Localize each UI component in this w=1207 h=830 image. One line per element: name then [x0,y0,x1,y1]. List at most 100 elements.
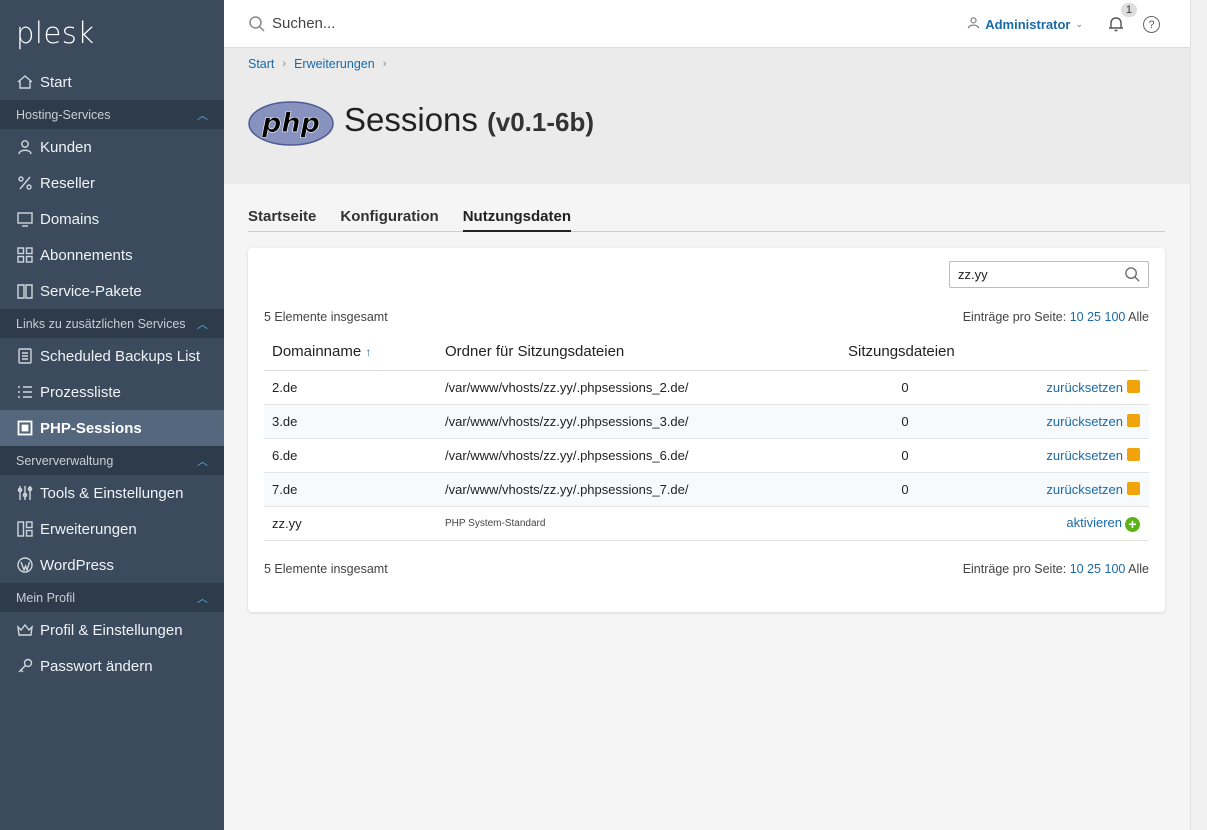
breadcrumb-erweiterungen[interactable]: Erweiterungen [294,57,375,71]
section-serververwaltung[interactable]: Serververwaltung ︿ [0,446,224,475]
search-icon[interactable] [1124,266,1141,283]
chevron-up-icon: ︿ [197,455,208,468]
tab-konfiguration[interactable]: Konfiguration [340,208,438,232]
reset-link[interactable]: zurücksetzen [1046,482,1123,497]
per-page-10[interactable]: 10 [1070,562,1084,576]
per-page-all[interactable]: Alle [1128,562,1149,576]
main-content: Startseite Konfiguration Nutzungsdaten 5… [224,184,1190,830]
reset-icon[interactable] [1127,447,1140,461]
sidebar-item-label: PHP-Sessions [40,419,142,437]
sidebar-item-tools[interactable]: Tools & Einstellungen [0,475,224,511]
square-icon [16,419,34,437]
per-page-all[interactable]: Alle [1128,310,1149,324]
reset-link[interactable]: zurücksetzen [1046,414,1123,429]
per-page-top: Einträge pro Seite: 10 25 100 Alle [963,310,1149,324]
per-page-label: Einträge pro Seite: [962,310,1067,324]
search-icon [248,15,266,33]
notifications-icon[interactable] [1106,14,1126,34]
cell-count: 0 [840,472,970,507]
home-icon [16,73,34,91]
sidebar-item-reseller[interactable]: Reseller [0,165,224,201]
cell-folder: /var/www/vhosts/zz.yy/.phpsessions_7.de/ [437,472,840,507]
section-mein-profil[interactable]: Mein Profil ︿ [0,583,224,612]
per-page-25[interactable]: 25 [1087,562,1101,576]
breadcrumb-start[interactable]: Start [248,57,274,71]
total-count-bottom: 5 Elemente insgesamt [264,562,388,576]
reset-link[interactable]: zurücksetzen [1046,448,1123,463]
breadcrumb: Start › Erweiterungen › [248,57,394,71]
section-links-services[interactable]: Links zu zusätzlichen Services ︿ [0,309,224,338]
column-label: Domainname [272,343,362,361]
sidebar-item-label: WordPress [40,556,114,574]
user-name: Administrator [985,16,1071,32]
cell-action: zurücksetzen [970,472,1149,507]
cell-count: 0 [840,438,970,473]
per-page-100[interactable]: 100 [1105,310,1126,324]
sidebar-item-erweiterungen[interactable]: Erweiterungen [0,511,224,547]
page-title-text: Sessions [344,101,478,138]
sidebar-item-profil[interactable]: Profil & Einstellungen [0,612,224,648]
sidebar: plesk Start Hosting-Services ︿ Kunden Re… [0,0,224,830]
reset-link[interactable]: zurücksetzen [1046,380,1123,395]
sidebar-item-wordpress[interactable]: WordPress [0,547,224,583]
page-version: (v0.1-6b) [487,107,594,137]
sidebar-item-label: Service-Pakete [40,282,142,300]
monitor-icon [16,210,34,228]
per-page-25[interactable]: 25 [1087,310,1101,324]
cell-folder: /var/www/vhosts/zz.yy/.phpsessions_2.de/ [437,370,840,405]
page-title: Sessions (v0.1-6b) [344,101,594,139]
global-search-input[interactable] [272,15,672,32]
per-page-bottom: Einträge pro Seite: 10 25 100 Alle [963,562,1149,576]
cell-count: 0 [840,370,970,405]
cell-action: zurücksetzen [970,438,1149,473]
cell-count: 0 [840,404,970,439]
section-label: Serververwaltung [16,453,114,468]
reset-icon[interactable] [1127,413,1140,427]
sidebar-item-domains[interactable]: Domains [0,201,224,237]
chevron-right-icon: › [282,58,287,70]
total-count-top: 5 Elemente insgesamt [264,310,388,324]
chevron-up-icon: ︿ [197,109,208,122]
column-domainname[interactable]: Domainname ↑ [264,334,437,371]
plus-circle-icon[interactable]: + [1125,516,1140,532]
per-page-100[interactable]: 100 [1105,562,1126,576]
crown-icon [16,621,34,639]
sidebar-item-label: Passwort ändern [40,657,153,675]
user-menu[interactable]: Administrator ⌄ [967,16,1083,32]
list-search-input[interactable] [950,267,1120,282]
chevron-up-icon: ︿ [197,592,208,605]
tab-nutzungsdaten[interactable]: Nutzungsdaten [462,208,572,232]
per-page-10[interactable]: 10 [1070,310,1084,324]
chevron-right-icon: › [382,58,387,70]
section-label: Hosting-Services [16,107,111,122]
percent-icon [16,174,34,192]
activate-link[interactable]: aktivieren [1066,515,1122,530]
reset-icon[interactable] [1127,481,1140,495]
table-row: 7.de /var/www/vhosts/zz.yy/.phpsessions_… [264,472,1149,507]
table-row: 2.de /var/www/vhosts/zz.yy/.phpsessions_… [264,370,1149,405]
sidebar-item-php-sessions[interactable]: PHP-Sessions [0,410,224,446]
sidebar-item-scheduled-backups[interactable]: Scheduled Backups List [0,338,224,374]
sidebar-item-label: Tools & Einstellungen [40,484,184,502]
key-icon [16,657,34,675]
table-row: zz.yy PHP System-Standard aktivieren + [264,506,1149,541]
user-icon [967,16,980,32]
backup-icon [16,347,34,365]
section-hosting-services[interactable]: Hosting-Services ︿ [0,100,224,129]
tab-bar: Startseite Konfiguration Nutzungsdaten [248,208,1165,232]
topbar: Administrator ⌄ 1 ? [224,0,1190,48]
sidebar-item-start[interactable]: Start [0,64,224,100]
sidebar-item-kunden[interactable]: Kunden [0,129,224,165]
sidebar-item-prozessliste[interactable]: Prozessliste [0,374,224,410]
sidebar-item-passwort[interactable]: Passwort ändern [0,648,224,684]
table-row: 6.de /var/www/vhosts/zz.yy/.phpsessions_… [264,438,1149,473]
sliders-icon [16,484,34,502]
reset-icon[interactable] [1127,379,1140,393]
sidebar-item-service-pakete[interactable]: Service-Pakete [0,273,224,309]
sidebar-item-abonnements[interactable]: Abonnements [0,237,224,273]
tab-startseite[interactable]: Startseite [248,208,316,232]
page-scrollbar[interactable] [1190,0,1207,830]
sidebar-item-label: Erweiterungen [40,520,137,538]
plesk-logo[interactable]: plesk [0,0,224,64]
help-icon[interactable]: ? [1143,16,1160,33]
